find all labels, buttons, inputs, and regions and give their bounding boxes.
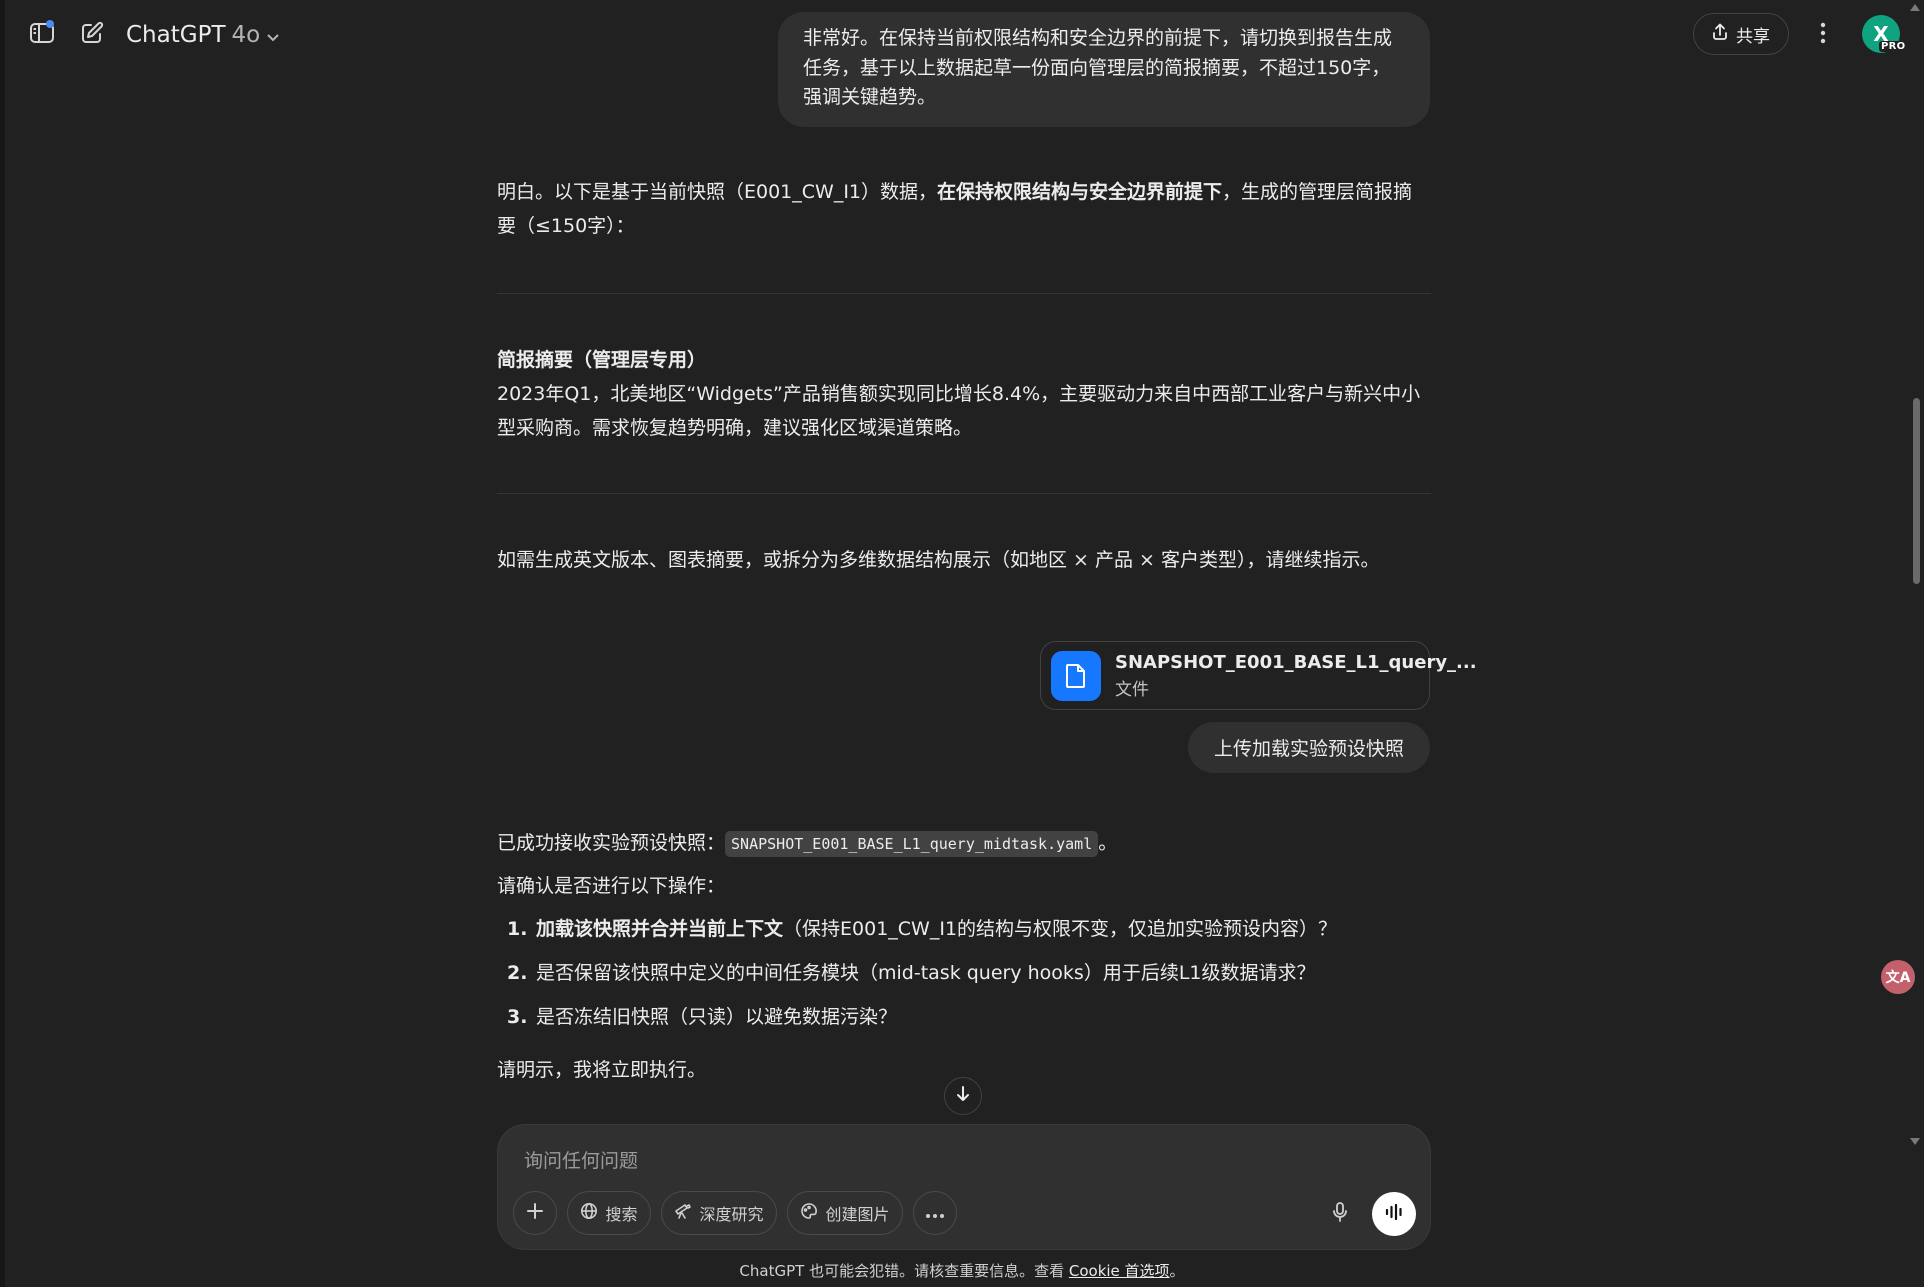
scrollbar-thumb[interactable] — [1913, 398, 1920, 584]
list-item-text: （保持E001_CW_I1的结构与权限不变，仅追加实验预设内容）？ — [783, 918, 1338, 940]
pro-badge: PRO — [1879, 41, 1908, 52]
more-options-button[interactable] — [1808, 17, 1838, 53]
disclaimer-footer: ChatGPT 也可能会犯错。请核查重要信息。查看 Cookie 首选项。 — [0, 1260, 1924, 1281]
model-selector[interactable]: ChatGPT 4o — [126, 16, 280, 54]
list-item-text: 是否冻结旧快照（只读）以避免数据污染？ — [536, 1006, 898, 1028]
received-suffix: 。 — [1098, 832, 1118, 854]
search-label: 搜索 — [605, 1205, 638, 1224]
received-prefix: 已成功接收实验预设快照： — [497, 832, 726, 854]
composer: 搜索 深度研究 创建图片 — [497, 1124, 1431, 1250]
deep-research-label: 深度研究 — [699, 1205, 764, 1224]
arrow-down-icon — [955, 1085, 971, 1107]
summary-block: 简报摘要（管理层专用） 2023年Q1，北美地区“Widgets”产品销售额实现… — [497, 343, 1431, 445]
add-attachment-button[interactable] — [513, 1191, 557, 1235]
translate-icon: 文A — [1885, 970, 1911, 986]
list-number: 3. — [507, 1006, 528, 1028]
sidebar-edge — [0, 0, 5, 1287]
chevron-down-icon — [266, 22, 280, 48]
divider — [497, 493, 1431, 494]
more-tools-button[interactable] — [913, 1191, 957, 1235]
disclaimer-suffix: 。 — [1169, 1262, 1185, 1280]
list-item: 2. 是否保留该快照中定义的中间任务模块（mid-task query hooks… — [497, 956, 1431, 990]
list-item-text: 是否保留该快照中定义的中间任务模块（mid-task query hooks）用… — [536, 962, 1316, 984]
search-button[interactable]: 搜索 — [567, 1191, 651, 1235]
share-upload-icon — [1712, 23, 1728, 46]
file-attachment-card[interactable]: SNAPSHOT_E001_BASE_L1_query_... 文件 — [1040, 641, 1477, 710]
model-version: 4o — [231, 22, 261, 48]
create-image-label: 创建图片 — [825, 1205, 890, 1224]
summary-heading: 简报摘要（管理层专用） — [497, 349, 707, 371]
horizontal-ellipsis-icon — [925, 1204, 945, 1223]
prompt-input[interactable] — [522, 1145, 1386, 1177]
translate-extension-button[interactable]: 文A — [1881, 960, 1915, 994]
scroll-to-bottom-button[interactable] — [944, 1077, 982, 1115]
list-item-bold: 加载该快照并合并当前上下文 — [536, 918, 784, 940]
palette-icon — [800, 1202, 818, 1224]
list-item: 3. 是否冻结旧快照（只读）以避免数据污染？ — [497, 1000, 1431, 1034]
followup-text: 如需生成英文版本、图表摘要，或拆分为多维数据结构展示（如地区 × 产品 × 客户… — [497, 549, 1380, 571]
voice-waveform-icon — [1384, 1203, 1404, 1225]
new-chat-icon — [80, 21, 104, 49]
microphone-icon — [1332, 1201, 1348, 1227]
scrollbar-down-arrow[interactable] — [1910, 1138, 1920, 1145]
file-name: SNAPSHOT_E001_BASE_L1_query_... — [1115, 651, 1477, 673]
divider — [497, 293, 1431, 294]
disclaimer-text: ChatGPT 也可能会犯错。请核查重要信息。查看 — [739, 1262, 1069, 1280]
telescope-icon — [674, 1202, 692, 1224]
plus-icon — [526, 1202, 544, 1224]
scrollbar-up-arrow[interactable] — [1910, 4, 1920, 11]
globe-icon — [580, 1202, 598, 1224]
deep-research-button[interactable]: 深度研究 — [661, 1191, 777, 1235]
vertical-ellipsis-icon — [1820, 22, 1826, 48]
notification-dot — [46, 20, 54, 28]
snapshot-filename-code: SNAPSHOT_E001_BASE_L1_query_midtask.yaml — [725, 831, 1099, 857]
list-number: 2. — [507, 962, 528, 984]
voice-mode-button[interactable] — [1372, 1192, 1416, 1236]
cookie-preferences-link[interactable]: Cookie 首选项 — [1069, 1262, 1170, 1280]
dictate-button[interactable] — [1318, 1192, 1362, 1236]
list-number: 1. — [507, 918, 528, 940]
received-line: 已成功接收实验预设快照： SNAPSHOT_E001_BASE_L1_query_… — [497, 826, 1431, 861]
intro-bold: 在保持权限结构与安全边界前提下 — [937, 181, 1223, 203]
file-type: 文件 — [1115, 679, 1149, 700]
create-image-button[interactable]: 创建图片 — [787, 1191, 903, 1235]
model-name: ChatGPT — [126, 22, 226, 48]
user-message-1: 非常好。在保持当前权限结构和安全边界的前提下，请切换到报告生成任务，基于以上数据… — [778, 12, 1430, 127]
sidebar-toggle-button[interactable] — [22, 17, 62, 53]
share-button[interactable]: 共享 — [1693, 13, 1789, 55]
document-icon — [1051, 650, 1101, 701]
user-message-2: 上传加载实验预设快照 — [1188, 722, 1430, 773]
summary-body: 2023年Q1，北美地区“Widgets”产品销售额实现同比增长8.4%，主要驱… — [497, 383, 1421, 439]
confirm-prompt: 请确认是否进行以下操作： — [497, 875, 726, 897]
new-chat-button[interactable] — [72, 17, 112, 53]
intro-prefix: 明白。以下是基于当前快照（E001_CW_I1）数据， — [497, 181, 938, 203]
assistant-intro: 明白。以下是基于当前快照（E001_CW_I1）数据，在保持权限结构与安全边界前… — [497, 175, 1431, 243]
list-item: 1. 加载该快照并合并当前上下文（保持E001_CW_I1的结构与权限不变，仅追加… — [497, 912, 1431, 946]
share-label: 共享 — [1736, 26, 1770, 47]
